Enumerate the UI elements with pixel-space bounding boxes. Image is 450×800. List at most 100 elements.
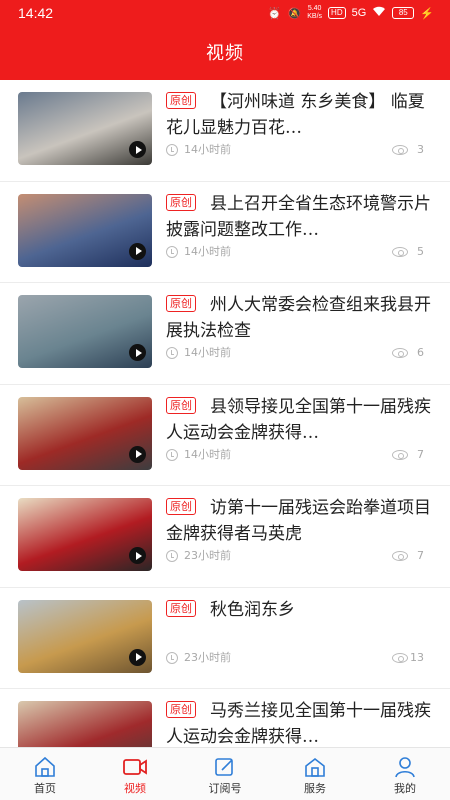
tab-service[interactable]: 服务: [270, 748, 360, 800]
clock-icon: [166, 144, 178, 156]
article-title-text: 州人大常委会检查组来我县开展执法检查: [166, 295, 431, 341]
clock-icon: [166, 651, 178, 664]
article-content[interactable]: 原创 【河州味道 东乡美食】 临夏花儿显魅力百花…: [166, 89, 434, 141]
user-icon: [392, 756, 418, 778]
tab-label: 我的: [394, 782, 416, 795]
publish-time: 14小时前: [184, 447, 231, 461]
original-badge: 原创: [166, 599, 196, 617]
article-meta: 14小时前 5: [166, 245, 426, 261]
article-content[interactable]: 原创 秋色润东乡: [166, 597, 434, 649]
eye-icon: [392, 449, 408, 460]
battery-icon: 85: [392, 7, 415, 19]
eye-icon: [392, 652, 408, 663]
article-title[interactable]: 原创 秋色润东乡: [166, 597, 434, 649]
original-badge: 原创: [166, 92, 196, 109]
video-thumbnail[interactable]: [18, 701, 152, 747]
play-icon: [129, 344, 146, 361]
article-list[interactable]: 原创 【河州味道 东乡美食】 临夏花儿显魅力百花… 14小时前 3 原创 县上召开全…: [0, 80, 450, 747]
original-badge: 原创: [166, 396, 196, 414]
article-content[interactable]: 原创 县领导接见全国第十一届残疾人运动会金牌获得…: [166, 394, 434, 446]
tab-video[interactable]: 视频: [90, 748, 180, 800]
video-thumbnail[interactable]: [18, 498, 152, 571]
speed-unit: KB/s: [307, 13, 323, 20]
tab-label: 视频: [124, 782, 146, 795]
article-content[interactable]: 原创 州人大常委会检查组来我县开展执法检查: [166, 292, 434, 344]
view-count: 3: [417, 143, 424, 156]
article-meta: 23小时前 7: [166, 549, 426, 565]
eye-icon: [392, 246, 408, 257]
list-item[interactable]: 原创 州人大常委会检查组来我县开展执法检查 14小时前 6: [0, 283, 450, 385]
article-title-text: 秋色润东乡: [210, 599, 295, 620]
status-time: 14:42: [18, 5, 54, 21]
original-badge: 原创: [166, 295, 196, 312]
page-title: 视频: [206, 43, 244, 64]
clock-icon: [166, 347, 178, 359]
publish-time: 14小时前: [184, 346, 231, 359]
video-thumbnail[interactable]: [18, 295, 152, 368]
article-title[interactable]: 原创 县领导接见全国第十一届残疾人运动会金牌获得…: [166, 394, 434, 446]
play-icon: [129, 445, 146, 463]
status-bar: 14:42 ⏰ 🔕 5.40 KB/s HD 5G 85 ⚡: [0, 0, 450, 28]
video-thumbnail[interactable]: [18, 92, 152, 165]
article-content[interactable]: 原创 访第十一届残运会跆拳道项目金牌获得者马英虎: [166, 495, 434, 547]
clock-icon: [166, 245, 178, 258]
article-content[interactable]: 原创 马秀兰接见全国第十一届残疾人运动会金牌获得…: [166, 698, 434, 747]
video-thumbnail[interactable]: [18, 599, 152, 673]
tab-home[interactable]: 首页: [0, 748, 90, 800]
article-title-text: 马秀兰接见全国第十一届残疾人运动会金牌获得…: [166, 701, 431, 747]
home-icon: [32, 756, 58, 778]
view-count: 6: [417, 346, 424, 359]
mute-icon: 🔕: [287, 7, 302, 20]
play-icon: [129, 547, 146, 564]
tab-label: 首页: [34, 782, 56, 795]
original-badge: 原创: [166, 701, 196, 718]
tab-label: 订阅号: [208, 782, 242, 795]
speed-value: 5.40: [307, 5, 322, 12]
eye-icon: [392, 145, 408, 155]
article-title-text: 县领导接见全国第十一届残疾人运动会金牌获得…: [166, 396, 431, 443]
article-meta: 14小时前 6: [166, 346, 426, 362]
list-item[interactable]: 原创 县上召开全省生态环境警示片披露问题整改工作… 14小时前 5: [0, 182, 450, 283]
list-item[interactable]: 原创 县领导接见全国第十一届残疾人运动会金牌获得… 14小时前 7: [0, 385, 450, 486]
subscribe-icon: [212, 756, 238, 778]
video-icon: [122, 756, 148, 778]
view-count: 13: [410, 650, 424, 664]
list-item[interactable]: 原创 马秀兰接见全国第十一届残疾人运动会金牌获得…: [0, 689, 450, 747]
article-meta: 14小时前 3: [166, 143, 426, 159]
app-header: 视频: [0, 28, 450, 80]
original-badge: 原创: [166, 193, 196, 211]
charging-icon: ⚡: [420, 7, 434, 20]
hd-badge: HD: [328, 7, 346, 19]
publish-time: 23小时前: [184, 650, 231, 664]
publish-time: 14小时前: [184, 143, 231, 156]
status-icons: ⏰ 🔕 5.40 KB/s HD 5G 85 ⚡: [268, 5, 434, 21]
view-count: 7: [417, 549, 424, 562]
article-meta: 23小时前 13: [166, 651, 426, 667]
list-item[interactable]: 原创 【河州味道 东乡美食】 临夏花儿显魅力百花… 14小时前 3: [0, 80, 450, 182]
article-title[interactable]: 原创 马秀兰接见全国第十一届残疾人运动会金牌获得…: [166, 698, 434, 747]
tab-subscribe[interactable]: 订阅号: [180, 748, 270, 800]
tab-user[interactable]: 我的: [360, 748, 450, 800]
article-title[interactable]: 原创 县上召开全省生态环境警示片披露问题整改工作…: [166, 191, 434, 243]
alarm-icon: ⏰: [267, 7, 282, 20]
article-title[interactable]: 原创 访第十一届残运会跆拳道项目金牌获得者马英虎: [166, 495, 434, 547]
bottom-tab-bar: 首页 视频 订阅号 服务 我的: [0, 747, 450, 800]
wifi-icon: [372, 6, 386, 20]
play-icon: [129, 141, 146, 158]
list-item[interactable]: 原创 秋色润东乡 23小时前 13: [0, 588, 450, 689]
play-icon: [129, 648, 146, 666]
article-title-text: 访第十一届残运会跆拳道项目金牌获得者马英虎: [166, 498, 431, 544]
video-thumbnail[interactable]: [18, 193, 152, 267]
list-item[interactable]: 原创 访第十一届残运会跆拳道项目金牌获得者马英虎 23小时前 7: [0, 486, 450, 588]
article-content[interactable]: 原创 县上召开全省生态环境警示片披露问题整改工作…: [166, 191, 434, 243]
publish-time: 23小时前: [184, 549, 231, 562]
network-type: 5G: [351, 7, 367, 19]
article-title[interactable]: 原创 【河州味道 东乡美食】 临夏花儿显魅力百花…: [166, 89, 434, 141]
play-icon: [129, 242, 146, 260]
tab-label: 服务: [304, 782, 326, 795]
publish-time: 14小时前: [184, 244, 231, 258]
video-thumbnail[interactable]: [18, 396, 152, 470]
article-title-text: 县上召开全省生态环境警示片披露问题整改工作…: [166, 193, 431, 240]
view-count: 7: [417, 447, 424, 461]
article-title[interactable]: 原创 州人大常委会检查组来我县开展执法检查: [166, 292, 434, 344]
